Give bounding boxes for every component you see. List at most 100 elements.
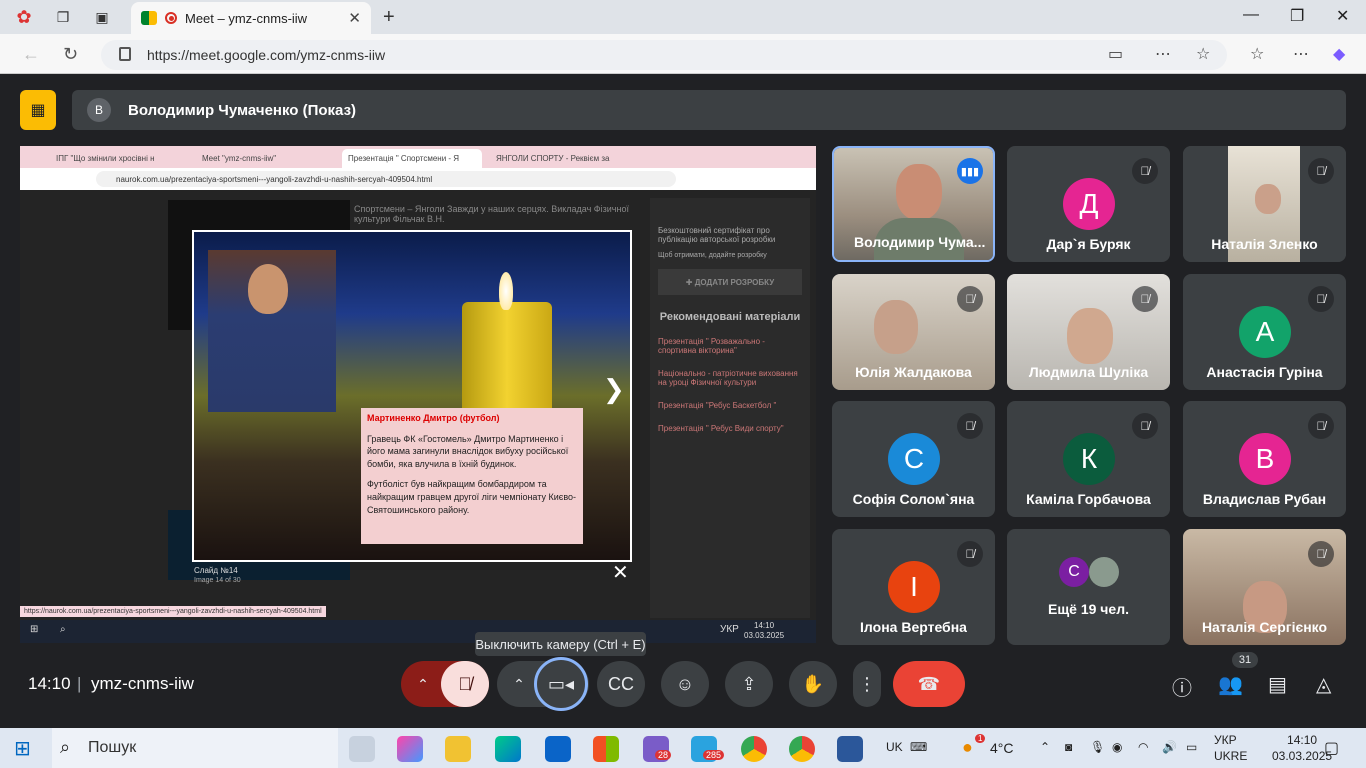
refresh-icon[interactable]: ↻ <box>63 44 78 65</box>
mic-toggle-button[interactable]: 🎙̸ <box>441 661 489 707</box>
favorite-star-icon[interactable]: ☆ <box>1196 44 1210 64</box>
keyboard-layout[interactable]: UK <box>886 740 903 754</box>
participant-tile[interactable]: 🎙̸ Наталія Зленко <box>1183 146 1346 262</box>
participant-tile[interactable]: ▮▮▮ Володимир Чума... <box>832 146 995 262</box>
status-url: https://naurok.com.ua/prezentaciya-sport… <box>20 606 326 617</box>
raise-hand-button[interactable]: ✋ <box>789 661 837 707</box>
maximize-icon[interactable]: ❐ <box>1290 6 1304 26</box>
presentation-icon[interactable]: ▦ <box>20 90 56 130</box>
mic-off-icon: 🎙̸ <box>957 286 983 312</box>
participant-tile[interactable]: 🎙̸ К Каміла Горбачова <box>1007 401 1170 517</box>
activities-icon[interactable]: ◬ <box>1316 672 1331 697</box>
copilot-app-icon[interactable] <box>397 736 423 762</box>
profile-icon[interactable]: ✿ <box>9 2 39 32</box>
chrome-icon[interactable] <box>741 736 767 762</box>
chrome-icon-2[interactable] <box>789 736 815 762</box>
participant-name: Анастасія Гуріна <box>1206 364 1323 380</box>
emoji-icon: ☺ <box>675 673 695 694</box>
close-tab-icon[interactable]: ✕ <box>348 9 361 27</box>
input-lang[interactable]: УКР <box>1214 733 1237 747</box>
others-tile[interactable]: С Ещё 19 чел. <box>1007 529 1170 645</box>
captions-button[interactable]: CC <box>597 661 645 707</box>
meeting-info-icon[interactable]: ⓘ <box>1172 672 1192 701</box>
participant-tile[interactable]: 🎙̸ Людмила Шуліка <box>1007 274 1170 390</box>
battery-icon[interactable]: ▭ <box>1186 740 1197 754</box>
favorites-icon[interactable]: ☆ <box>1250 44 1264 64</box>
tab-actions-icon[interactable]: ▣ <box>87 2 117 32</box>
present-button[interactable]: ⇪ <box>725 661 773 707</box>
address-bar[interactable]: https://meet.google.com/ymz-cnms-iiw <box>101 40 1227 70</box>
keyboard-icon[interactable]: ⌨ <box>910 740 927 754</box>
minimize-icon[interactable]: — <box>1243 6 1259 24</box>
participant-tile[interactable]: 🎙̸ А Анастасія Гуріна <box>1183 274 1346 390</box>
participant-avatar: К <box>1063 433 1115 485</box>
task-view-icon[interactable] <box>349 736 375 762</box>
wifi-icon[interactable]: ◠ <box>1138 740 1148 754</box>
chevron-up-icon[interactable]: ⌃ <box>1040 740 1050 754</box>
chat-icon[interactable]: ▤ <box>1268 672 1287 697</box>
word-icon[interactable] <box>837 736 863 762</box>
notifications-icon[interactable]: ▢ <box>1324 738 1339 758</box>
outlook-icon[interactable] <box>545 736 571 762</box>
participant-name: Володимир Чума... <box>854 234 986 250</box>
mic-tray-icon[interactable]: 🎙 <box>1090 740 1105 754</box>
meeting-code: ymz-cnms-iiw <box>91 674 194 693</box>
input-lang-2[interactable]: UKRE <box>1214 749 1247 763</box>
slide-caption: Слайд №14 <box>194 566 238 575</box>
volume-icon[interactable]: 🔊 <box>1162 740 1177 754</box>
participant-tile[interactable]: 🎙̸ В Владислав Рубан <box>1183 401 1346 517</box>
new-tab-icon[interactable]: + <box>383 6 395 29</box>
site-info-icon[interactable] <box>119 47 131 61</box>
participant-avatar: І <box>888 561 940 613</box>
more-actions-icon[interactable]: ⋯ <box>1155 44 1171 64</box>
meeting-time: 14:10 <box>28 674 71 693</box>
participant-name: Владислав Рубан <box>1202 491 1327 507</box>
camera-tray-icon[interactable]: ◙ <box>1065 740 1072 754</box>
participant-avatar: А <box>1239 306 1291 358</box>
temperature[interactable]: 4°C <box>990 740 1014 756</box>
athlete-photo <box>208 250 336 412</box>
taskbar-search-label: Пошук <box>88 739 137 756</box>
people-icon[interactable]: 👥 <box>1218 672 1243 697</box>
mic-options-button[interactable]: ⌃ <box>401 661 445 707</box>
participant-tile[interactable]: 🎙̸ Юлія Жалдакова <box>832 274 995 390</box>
weather-icon[interactable]: ● <box>962 737 973 758</box>
back-icon[interactable]: ← <box>22 44 40 65</box>
close-window-icon[interactable]: ✕ <box>1336 6 1349 26</box>
recording-icon <box>165 12 177 24</box>
others-avatar-photo <box>1089 557 1119 587</box>
camera-toggle-button[interactable]: ▭◂ <box>534 657 588 711</box>
present-screen-icon: ⇪ <box>741 673 757 694</box>
meet-favicon-icon <box>141 11 157 25</box>
participant-tile[interactable]: 🎙̸ І Ілона Вертебна <box>832 529 995 645</box>
mic-off-icon: 🎙̸ <box>1308 413 1334 439</box>
participant-tile[interactable]: 🎙̸ Наталія Сергієнко <box>1183 529 1346 645</box>
start-icon[interactable]: ⊞ <box>14 736 31 761</box>
mic-off-icon: 🎙̸ <box>957 541 983 567</box>
participant-name: Наталія Зленко <box>1211 236 1318 252</box>
participant-name: Каміла Горбачова <box>1026 491 1151 507</box>
store-icon[interactable] <box>593 736 619 762</box>
certificate-text: Безкоштовний сертифікат про публікацію а… <box>658 226 776 244</box>
leave-call-button[interactable]: ☎ <box>893 661 965 707</box>
participant-tile[interactable]: 🎙̸ Д Дар`я Буряк <box>1007 146 1170 262</box>
copilot-icon[interactable]: ◆ <box>1333 44 1345 64</box>
participant-name: Юлія Жалдакова <box>855 364 972 380</box>
location-icon[interactable]: ◉ <box>1112 740 1122 754</box>
settings-more-icon[interactable]: ⋯ <box>1293 44 1309 64</box>
camera-in-use-icon[interactable]: ▭ <box>1108 44 1123 64</box>
file-explorer-icon[interactable] <box>445 736 471 762</box>
reactions-button[interactable]: ☺ <box>661 661 709 707</box>
camera-tooltip: Выключить камеру (Ctrl + E) <box>475 632 646 656</box>
page-sidebar: Безкоштовний сертифікат про публікацію а… <box>650 198 810 618</box>
others-label: Ещё 19 чел. <box>1048 601 1129 617</box>
candle-flame <box>499 272 513 310</box>
participant-tile[interactable]: 🎙̸ С Софія Солом`яна <box>832 401 995 517</box>
telegram-badge: 285 <box>703 750 725 760</box>
more-options-button[interactable]: ⋮ <box>853 661 881 707</box>
edge-icon[interactable] <box>495 736 521 762</box>
workspaces-icon[interactable]: ❐ <box>48 2 78 32</box>
taskbar-search[interactable]: Пошук <box>52 728 338 768</box>
tab-meet[interactable]: Meet – ymz-cnms-iiw ✕ <box>131 2 371 34</box>
slide-textbox: Мартиненко Дмитро (футбол) Гравець ФК «Г… <box>361 408 583 544</box>
